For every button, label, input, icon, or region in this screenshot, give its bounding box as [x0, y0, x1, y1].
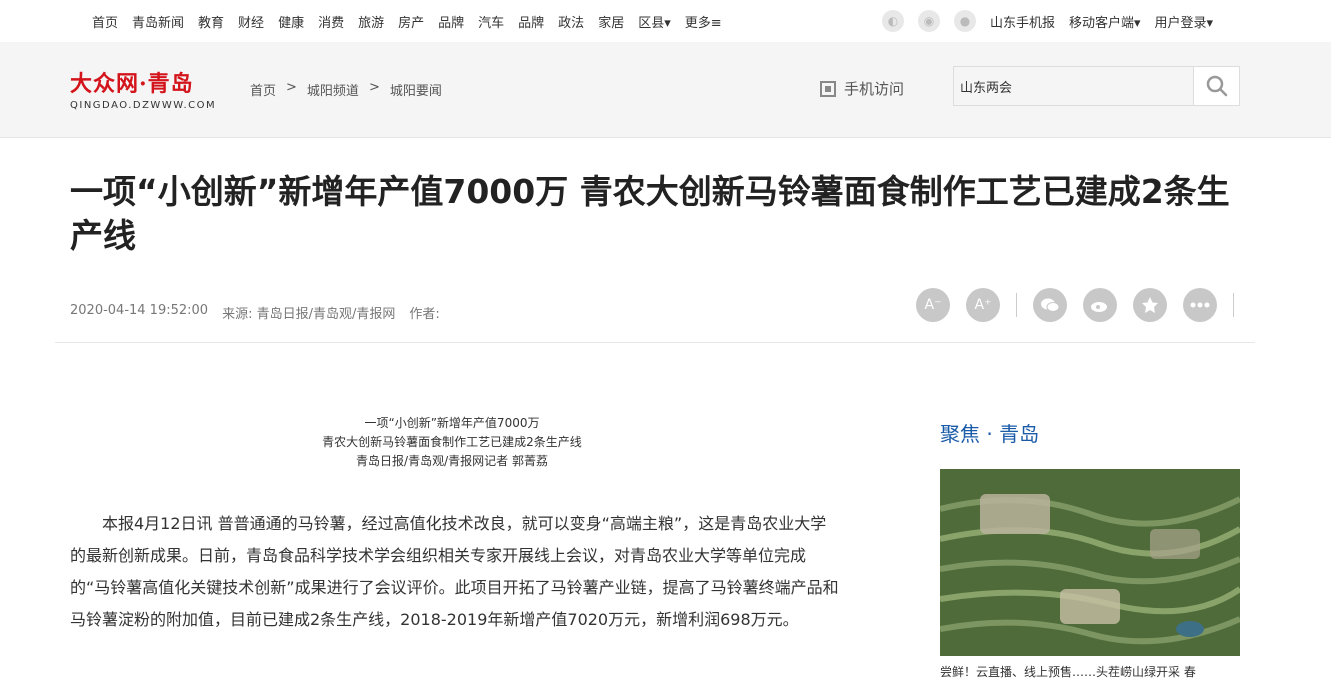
share-weibo-button[interactable]: [1083, 288, 1117, 322]
nav-link-education[interactable]: 教育: [198, 12, 224, 31]
logo-text: 大众网·青岛: [70, 71, 194, 97]
breadcrumb-section[interactable]: 城阳要闻: [390, 80, 442, 99]
wechat-icon[interactable]: ●: [954, 10, 976, 32]
font-increase-button[interactable]: A⁺: [966, 288, 1000, 322]
tea-terraces-image: [940, 469, 1240, 656]
breadcrumb-home[interactable]: 首页: [250, 80, 276, 99]
weibo-icon[interactable]: ◉: [918, 10, 940, 32]
article-meta: 2020-04-14 19:52:00 来源: 青岛日报/青岛观/青报网 作者:: [70, 303, 454, 322]
wechat-icon: [1041, 298, 1060, 312]
search-box: [953, 66, 1240, 106]
sidebar-title[interactable]: 聚焦 · 青岛: [940, 418, 1039, 447]
logo-domain: QINGDAO.DZWWW.COM: [70, 100, 217, 111]
breadcrumb-channel[interactable]: 城阳频道: [307, 80, 359, 99]
nav-link-district[interactable]: 区县▾: [638, 12, 671, 31]
star-icon: [1142, 297, 1158, 313]
nav-link-qingdao-news[interactable]: 青岛新闻: [132, 12, 184, 31]
top-nav-right: ◐ ◉ ● 山东手机报 移动客户端▾ 用户登录▾: [882, 10, 1227, 32]
mobile-visit-link[interactable]: 手机访问: [820, 78, 904, 99]
sidebar-feature-caption[interactable]: 尝鲜！云直播、线上预售……头茬崂山绿开采 春: [940, 663, 1240, 680]
article-caption: 一项“小创新”新增年产值7000万 青农大创新马铃薯面食制作工艺已建成2条生产线…: [252, 414, 652, 471]
nav-link-more[interactable]: 更多≡: [685, 12, 722, 31]
nav-link-auto[interactable]: 汽车: [478, 12, 504, 31]
nav-link-travel[interactable]: 旅游: [358, 12, 384, 31]
top-nav-links: 首页 青岛新闻 教育 财经 健康 消费 旅游 房产 品牌 汽车 品牌 政法 家居…: [92, 12, 736, 31]
nav-link-home-decor[interactable]: 家居: [598, 12, 624, 31]
article-source: 来源: 青岛日报/青岛观/青报网: [222, 307, 396, 322]
top-nav: 首页 青岛新闻 教育 财经 健康 消费 旅游 房产 品牌 汽车 品牌 政法 家居…: [0, 0, 1331, 42]
search-input[interactable]: [954, 67, 1194, 105]
article-tools: A⁻ A⁺: [916, 288, 1250, 322]
caption-line: 一项“小创新”新增年产值7000万: [364, 416, 540, 430]
article-title: 一项“小创新”新增年产值7000万 青农大创新马铃薯面食制作工艺已建成2条生产线: [70, 172, 1230, 255]
search-icon: [1206, 75, 1227, 97]
font-decrease-button[interactable]: A⁻: [916, 288, 950, 322]
meta-divider: [55, 342, 1255, 343]
nav-link-law[interactable]: 政法: [558, 12, 584, 31]
nav-link-house[interactable]: 房产: [398, 12, 424, 31]
mobile-client-menu[interactable]: 移动客户端▾: [1069, 12, 1141, 31]
breadcrumb: 首页 > 城阳频道 > 城阳要闻: [250, 80, 452, 99]
article-date: 2020-04-14 19:52:00: [70, 303, 209, 318]
more-icon: [1190, 302, 1210, 308]
article-author: 作者:: [409, 307, 440, 322]
mobile-news-link[interactable]: 山东手机报: [990, 12, 1055, 31]
search-button[interactable]: [1193, 67, 1239, 105]
article-paragraph: 本报4月12日讯 普普通通的马铃薯，经过高值化技术改良，就可以变身“高端主粮”，…: [70, 514, 839, 629]
breadcrumb-sep: >: [286, 80, 297, 95]
tools-separator: [1233, 293, 1234, 317]
mobile-visit-label: 手机访问: [844, 80, 905, 98]
nav-link-brand-2[interactable]: 品牌: [518, 12, 544, 31]
nav-link-consumer[interactable]: 消费: [318, 12, 344, 31]
nav-link-brand[interactable]: 品牌: [438, 12, 464, 31]
sidebar-feature-image[interactable]: [940, 469, 1240, 656]
user-login-menu[interactable]: 用户登录▾: [1155, 12, 1214, 31]
more-options-button[interactable]: [1183, 288, 1217, 322]
tools-separator: [1016, 293, 1017, 317]
favorite-button[interactable]: [1133, 288, 1167, 322]
weibo-icon: [1091, 302, 1107, 312]
share-wechat-button[interactable]: [1033, 288, 1067, 322]
qq-icon[interactable]: ◐: [882, 10, 904, 32]
nav-link-health[interactable]: 健康: [278, 12, 304, 31]
site-logo[interactable]: 大众网·青岛 QINGDAO.DZWWW.COM: [70, 66, 230, 114]
nav-link-finance[interactable]: 财经: [238, 12, 264, 31]
site-header: 大众网·青岛 QINGDAO.DZWWW.COM 首页 > 城阳频道 > 城阳要…: [0, 42, 1331, 138]
nav-link-home[interactable]: 首页: [92, 12, 118, 31]
breadcrumb-sep: >: [368, 80, 380, 95]
qr-code-icon: [820, 80, 836, 97]
caption-line: 青农大创新马铃薯面食制作工艺已建成2条生产线: [322, 435, 582, 449]
caption-line: 青岛日报/青岛观/青报网记者 郭菁荔: [356, 454, 548, 468]
